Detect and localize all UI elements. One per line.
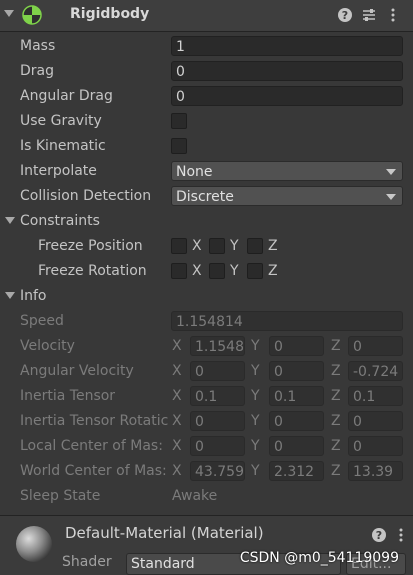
axis-x-label: X bbox=[172, 413, 182, 429]
is-kinematic-checkbox[interactable] bbox=[171, 138, 187, 154]
inertia-tensor-rotation-label: Inertia Tensor Rotatic bbox=[20, 413, 169, 429]
component-title: Rigidbody bbox=[70, 6, 150, 22]
local-center-of-mass-y-field: 0 bbox=[269, 436, 324, 456]
local-center-of-mass-z-field: 0 bbox=[348, 436, 403, 456]
local-center-of-mass-x-field: 0 bbox=[190, 436, 245, 456]
axis-x-label: X bbox=[172, 363, 182, 379]
freeze-rotation-x-checkbox[interactable] bbox=[171, 263, 187, 279]
velocity-z-field: 0 bbox=[348, 336, 403, 356]
freeze-position-z-checkbox[interactable] bbox=[247, 238, 263, 254]
freeze-rotation-z-checkbox[interactable] bbox=[247, 263, 263, 279]
freeze-position-z-label: Z bbox=[268, 238, 278, 254]
material-header[interactable]: Default-Material (Material) ? Shader Sta… bbox=[0, 516, 413, 575]
inertia-tensor-z-field: 0.1 bbox=[348, 386, 403, 406]
component-header[interactable]: Rigidbody ? bbox=[0, 0, 413, 32]
constraints-foldout-icon[interactable] bbox=[5, 217, 15, 224]
chevron-down-icon bbox=[386, 169, 396, 175]
axis-z-label: Z bbox=[331, 338, 341, 354]
axis-y-label: Y bbox=[251, 413, 260, 429]
axis-z-label: Z bbox=[331, 388, 341, 404]
drag-label: Drag bbox=[20, 63, 55, 79]
info-foldout-icon[interactable] bbox=[5, 292, 15, 299]
freeze-rotation-y-label: Y bbox=[230, 263, 239, 279]
mass-label: Mass bbox=[20, 38, 56, 54]
freeze-rotation-x-label: X bbox=[192, 263, 202, 279]
shader-label: Shader bbox=[62, 554, 112, 570]
axis-z-label: Z bbox=[331, 413, 341, 429]
foldout-arrow-icon[interactable] bbox=[4, 10, 14, 17]
axis-y-label: Y bbox=[251, 388, 260, 404]
mass-field[interactable]: 1 bbox=[171, 36, 403, 56]
interpolate-dropdown[interactable]: None bbox=[171, 161, 403, 181]
axis-y-label: Y bbox=[251, 363, 260, 379]
speed-label: Speed bbox=[20, 313, 64, 329]
inertia-tensor-label: Inertia Tensor bbox=[20, 388, 116, 404]
axis-z-label: Z bbox=[331, 363, 341, 379]
angular-velocity-z-field: -0.724 bbox=[348, 361, 403, 381]
chevron-down-icon bbox=[386, 194, 396, 200]
freeze-position-y-checkbox[interactable] bbox=[209, 238, 225, 254]
help-icon[interactable]: ? bbox=[370, 526, 388, 544]
use-gravity-label: Use Gravity bbox=[20, 113, 102, 129]
svg-text:?: ? bbox=[342, 9, 348, 22]
world-center-of-mass-y-field: 2.312 bbox=[269, 461, 324, 481]
info-label[interactable]: Info bbox=[20, 285, 47, 307]
axis-x-label: X bbox=[172, 388, 182, 404]
freeze-rotation-z-label: Z bbox=[268, 263, 278, 279]
axis-y-label: Y bbox=[251, 338, 260, 354]
angular-drag-field[interactable]: 0 bbox=[171, 86, 403, 106]
velocity-label: Velocity bbox=[20, 338, 75, 354]
svg-text:?: ? bbox=[376, 529, 382, 542]
shader-value: Standard bbox=[131, 556, 195, 572]
sleep-state-label: Sleep State bbox=[20, 488, 101, 504]
world-center-of-mass-z-field: 13.39 bbox=[348, 461, 403, 481]
axis-x-label: X bbox=[172, 338, 182, 354]
use-gravity-checkbox[interactable] bbox=[171, 113, 187, 129]
material-sphere-icon bbox=[16, 526, 52, 562]
freeze-position-label: Freeze Position bbox=[38, 238, 143, 254]
speed-field: 1.154814 bbox=[171, 311, 403, 331]
inertia-tensor-rotation-y-field: 0 bbox=[269, 411, 324, 431]
inertia-tensor-x-field: 0.1 bbox=[190, 386, 245, 406]
freeze-position-x-checkbox[interactable] bbox=[171, 238, 187, 254]
constraints-label[interactable]: Constraints bbox=[20, 210, 100, 232]
axis-x-label: X bbox=[172, 463, 182, 479]
sleep-state-value: Awake bbox=[172, 488, 218, 504]
context-menu-icon[interactable] bbox=[392, 526, 410, 544]
freeze-rotation-y-checkbox[interactable] bbox=[209, 263, 225, 279]
watermark-text: CSDN @m0_54119099 bbox=[239, 550, 399, 566]
material-title: Default-Material (Material) bbox=[65, 524, 264, 542]
inertia-tensor-y-field: 0.1 bbox=[269, 386, 324, 406]
axis-z-label: Z bbox=[331, 438, 341, 454]
angular-velocity-label: Angular Velocity bbox=[20, 363, 134, 379]
collision-detection-value: Discrete bbox=[176, 189, 234, 205]
freeze-position-y-label: Y bbox=[230, 238, 239, 254]
help-icon[interactable]: ? bbox=[336, 6, 354, 24]
velocity-x-field: 1.1548 bbox=[190, 336, 245, 356]
velocity-y-field: 0 bbox=[269, 336, 324, 356]
angular-velocity-y-field: 0 bbox=[269, 361, 324, 381]
angular-drag-label: Angular Drag bbox=[20, 88, 113, 104]
context-menu-icon[interactable] bbox=[384, 6, 402, 24]
rigidbody-icon bbox=[22, 5, 42, 25]
axis-y-label: Y bbox=[251, 463, 260, 479]
is-kinematic-label: Is Kinematic bbox=[20, 138, 106, 154]
axis-x-label: X bbox=[172, 438, 182, 454]
inertia-tensor-rotation-x-field: 0 bbox=[190, 411, 245, 431]
interpolate-label: Interpolate bbox=[20, 163, 97, 179]
axis-z-label: Z bbox=[331, 463, 341, 479]
freeze-position-x-label: X bbox=[192, 238, 202, 254]
inertia-tensor-rotation-z-field: 0 bbox=[348, 411, 403, 431]
angular-velocity-x-field: 0 bbox=[190, 361, 245, 381]
interpolate-value: None bbox=[176, 164, 213, 180]
world-center-of-mass-x-field: 43.759 bbox=[190, 461, 245, 481]
drag-field[interactable]: 0 bbox=[171, 61, 403, 81]
local-center-of-mass-label: Local Center of Mas: bbox=[20, 438, 163, 454]
axis-y-label: Y bbox=[251, 438, 260, 454]
freeze-rotation-label: Freeze Rotation bbox=[38, 263, 147, 279]
collision-detection-label: Collision Detection bbox=[20, 188, 152, 204]
collision-detection-dropdown[interactable]: Discrete bbox=[171, 186, 403, 206]
world-center-of-mass-label: World Center of Mas: bbox=[20, 463, 167, 479]
preset-icon[interactable] bbox=[360, 6, 378, 24]
